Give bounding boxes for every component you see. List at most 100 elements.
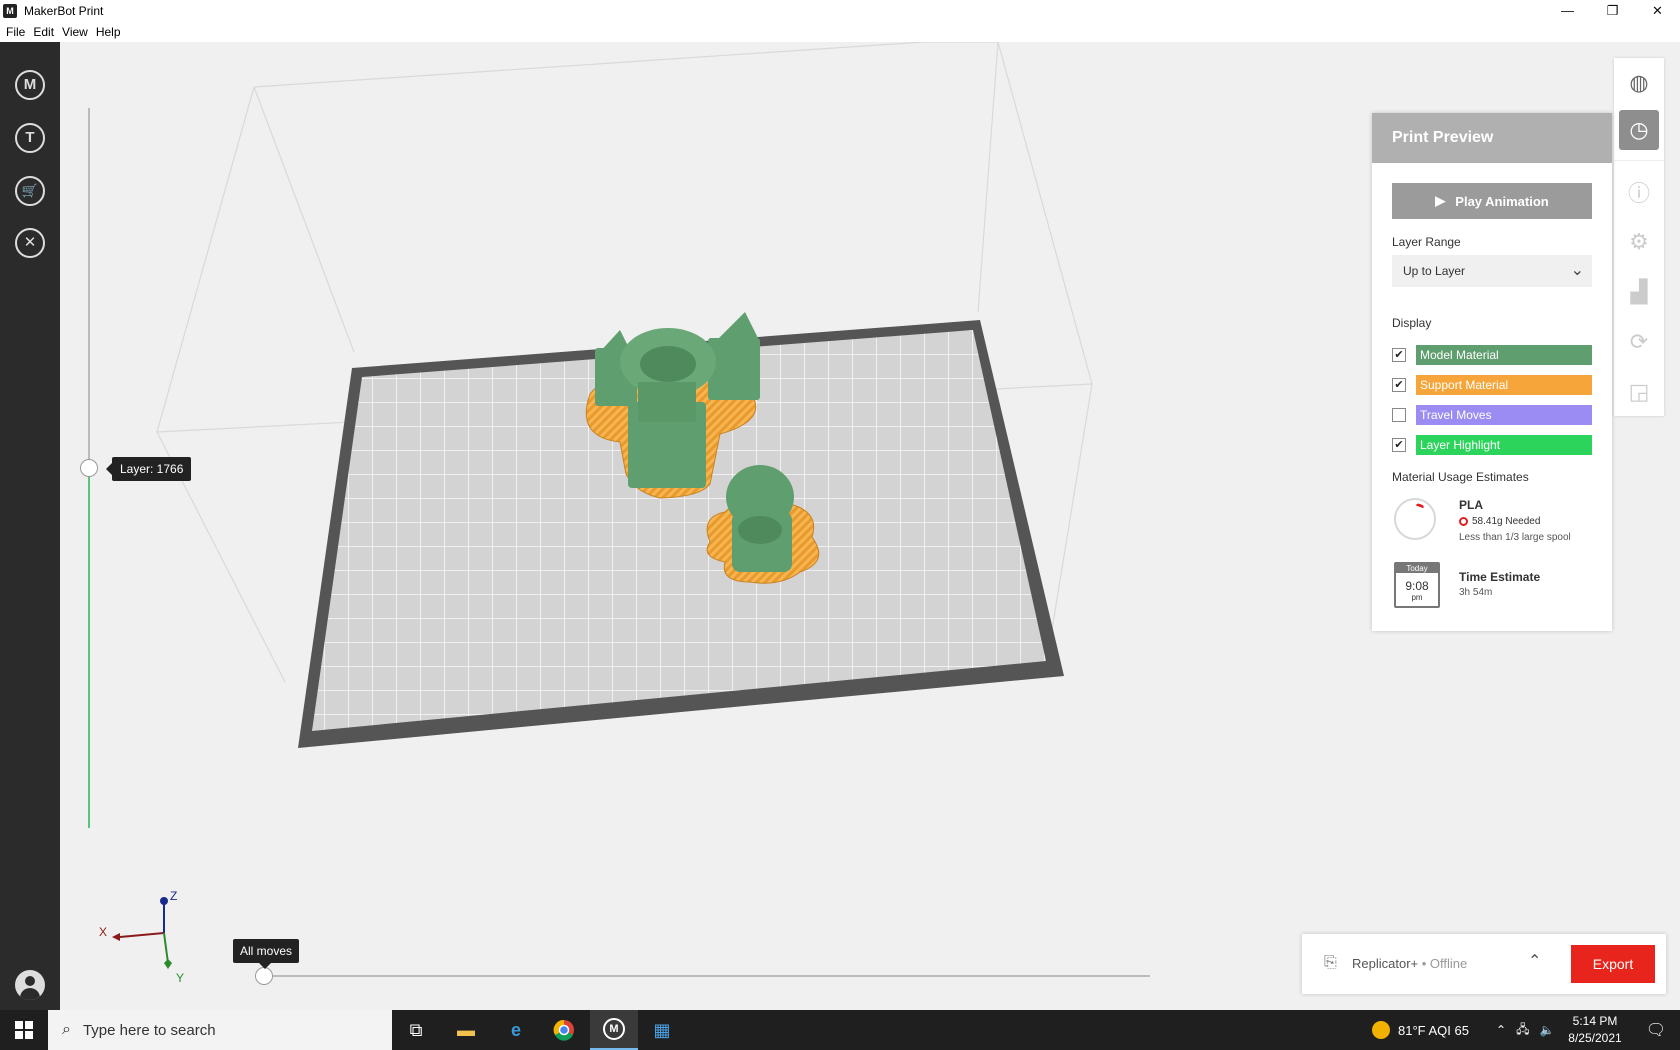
tray-chevron-up-icon[interactable]: ⌃	[1496, 1023, 1506, 1037]
layer-range-label: Layer Range	[1392, 235, 1461, 249]
restore-button[interactable]: ❐	[1590, 0, 1635, 22]
menu-file[interactable]: File	[6, 25, 25, 39]
search-icon: ⌕	[62, 1021, 71, 1038]
arrange-icon[interactable]: ▟	[1619, 272, 1659, 312]
moves-slider-track[interactable]	[264, 975, 1150, 977]
play-animation-button[interactable]: ▶ Play Animation	[1392, 183, 1592, 219]
model-material-label: Model Material	[1416, 345, 1592, 365]
display-label: Display	[1392, 316, 1432, 330]
search-placeholder: Type here to search	[82, 1021, 216, 1039]
support-material-label: Support Material	[1416, 375, 1592, 395]
play-icon: ▶	[1435, 193, 1446, 208]
taskbar: ⌕ Type here to search ⧉ ▬ e M ▦ 81°F AQI…	[0, 1010, 1680, 1050]
axis-y-label: Y	[176, 971, 185, 985]
axis-z-label: Z	[170, 889, 178, 903]
display-travel-moves[interactable]: Travel Moves	[1392, 405, 1592, 425]
chrome-icon[interactable]	[540, 1010, 588, 1050]
weather-text: 81°F AQI 65	[1398, 1022, 1469, 1038]
calculator-icon[interactable]: ▦	[638, 1010, 686, 1050]
time-estimate-value: 3h 54m	[1459, 587, 1493, 598]
thingiverse-icon[interactable]: T	[15, 123, 45, 153]
layer-slider-fill	[88, 468, 90, 828]
close-button[interactable]: ✕	[1635, 0, 1680, 22]
scale-icon[interactable]: ◲	[1619, 372, 1659, 412]
start-button[interactable]	[0, 1010, 48, 1050]
material-name: PLA	[1459, 498, 1483, 512]
calendar-top: Today	[1396, 564, 1438, 573]
time-estimate-label: Time Estimate	[1459, 570, 1541, 584]
calendar-time: 9:08	[1405, 579, 1429, 593]
layer-highlight-checkbox[interactable]: ✔	[1392, 438, 1406, 452]
printer-selector[interactable]: Replicator+ • Offline	[1352, 956, 1467, 971]
windows-logo-icon	[15, 1021, 33, 1039]
printer-name: Replicator+	[1352, 956, 1419, 971]
tools-icon[interactable]: ✕	[15, 228, 45, 258]
display-support-material[interactable]: ✔ Support Material	[1392, 375, 1592, 395]
printer-icon: ⎘	[1324, 954, 1337, 971]
calendar-ampm: pm	[1411, 593, 1423, 602]
menu-edit[interactable]: Edit	[33, 25, 54, 39]
cart-icon[interactable]: 🛒	[15, 176, 45, 206]
title-bar: M MakerBot Print — ❐ ✕	[0, 0, 1680, 22]
support-material-checkbox[interactable]: ✔	[1392, 378, 1406, 392]
export-bar: ⎘ Replicator+ • Offline ⌃ Export	[1302, 934, 1666, 994]
right-toolbar: ◍ ◷ ⓘ ⚙ ▟ ⟳ ◲	[1614, 58, 1664, 416]
network-icon[interactable]: 🖧	[1516, 1020, 1529, 1041]
axis-gizmo: X Z Y	[90, 885, 200, 995]
panel-title: Print Preview	[1372, 113, 1612, 163]
material-needed-text: 58.41g Needed	[1472, 516, 1541, 527]
travel-moves-checkbox[interactable]	[1392, 408, 1406, 422]
print-preview-icon[interactable]: ◷	[1619, 110, 1659, 150]
model-material-checkbox[interactable]: ✔	[1392, 348, 1406, 362]
layer-tooltip: Layer: 1766	[105, 457, 192, 481]
left-nav: M T 🛒 ✕	[0, 42, 60, 1010]
play-animation-label: Play Animation	[1455, 193, 1549, 209]
menu-bar: File Edit View Help	[0, 22, 1680, 42]
display-model-material[interactable]: ✔ Model Material	[1392, 345, 1592, 365]
moves-tooltip: All moves	[233, 939, 300, 969]
moves-slider-handle[interactable]	[255, 967, 273, 985]
file-explorer-icon[interactable]: ▬	[442, 1010, 490, 1050]
volume-icon[interactable]: 🔈	[1539, 1023, 1554, 1037]
taskbar-search[interactable]: ⌕ Type here to search	[48, 1010, 392, 1050]
layer-range-value: Up to Layer	[1403, 264, 1466, 278]
weather-widget[interactable]: 81°F AQI 65	[1372, 1010, 1469, 1050]
window-title: MakerBot Print	[24, 4, 104, 18]
system-tray: ⌃ 🖧 🔈	[1496, 1010, 1554, 1050]
layer-slider-handle[interactable]	[80, 459, 98, 477]
edge-icon[interactable]: e	[492, 1010, 540, 1050]
makerbot-logo-icon[interactable]: M	[15, 70, 45, 100]
chevron-down-icon: ⌄	[1570, 262, 1584, 279]
window-controls: — ❐ ✕	[1545, 0, 1680, 22]
app-icon: M	[3, 4, 17, 18]
minimize-button[interactable]: —	[1545, 0, 1590, 22]
account-avatar[interactable]	[15, 970, 45, 1000]
material-needed: 58.41g Needed	[1459, 516, 1540, 527]
task-view-icon[interactable]: ⧉	[392, 1010, 440, 1050]
material-spool: Less than 1/3 large spool	[1459, 532, 1571, 543]
chevron-up-icon[interactable]: ⌃	[1528, 951, 1541, 971]
clock-time: 5:14 PM	[1572, 1014, 1618, 1028]
material-usage-heading: Material Usage Estimates	[1392, 470, 1529, 484]
makerbot-taskbar-icon[interactable]: M	[590, 1010, 638, 1050]
menu-help[interactable]: Help	[96, 25, 121, 39]
sun-icon	[1372, 1021, 1390, 1039]
info-icon[interactable]: ⓘ	[1619, 172, 1659, 212]
material-gauge	[1394, 498, 1436, 540]
menu-view[interactable]: View	[62, 25, 88, 39]
material-dot-icon	[1459, 517, 1468, 526]
clock-date: 8/25/2021	[1568, 1031, 1622, 1045]
notifications-icon[interactable]: 🗨	[1632, 1010, 1680, 1050]
printer-status: • Offline	[1418, 956, 1468, 971]
export-button[interactable]: Export	[1571, 945, 1655, 983]
display-layer-highlight[interactable]: ✔ Layer Highlight	[1392, 435, 1592, 455]
layer-highlight-label: Layer Highlight	[1416, 435, 1592, 455]
rotate-icon[interactable]: ⟳	[1619, 322, 1659, 362]
travel-moves-label: Travel Moves	[1416, 405, 1592, 425]
print-preview-panel: Print Preview ▶ Play Animation Layer Ran…	[1372, 113, 1612, 631]
calendar-icon: Today 9:08 pm	[1394, 562, 1440, 608]
clock[interactable]: 5:14 PM 8/25/2021	[1560, 1013, 1630, 1047]
settings-gear-icon[interactable]: ⚙	[1619, 222, 1659, 262]
layer-range-select[interactable]: Up to Layer ⌄	[1392, 255, 1592, 287]
view-sphere-icon[interactable]: ◍	[1619, 63, 1659, 103]
